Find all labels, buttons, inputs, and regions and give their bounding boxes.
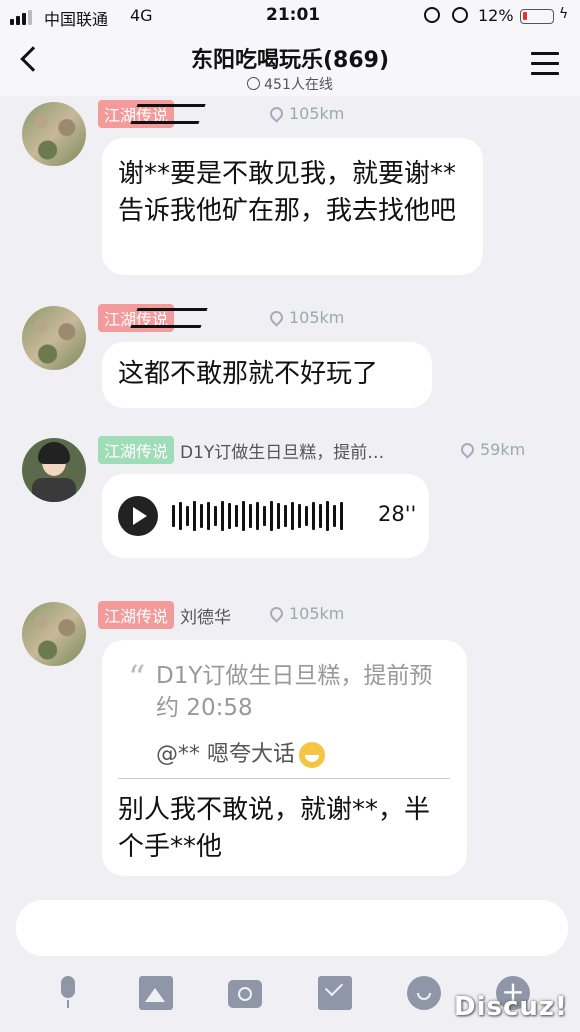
level-badge: 江湖传说 [98,601,175,629]
signal-icon [10,10,32,25]
avatar[interactable] [22,438,86,502]
orientation-lock-icon [424,7,440,23]
distance-label: 105km [289,308,345,327]
battery-icon [520,9,554,24]
image-icon[interactable] [139,976,173,1010]
quote-reply-bubble[interactable]: “ D1Y订做生日旦糕，提前预约 20:58 @** 嗯夸大话 别人我不敢说，就… [102,640,467,876]
grin-emoji-icon [299,742,325,768]
redacted-name [130,104,206,124]
chat-list[interactable]: 江湖传说 105km 谢**要是不敢见我，就要谢**告诉我他矿在那，我去找他吧 … [0,96,580,886]
avatar[interactable] [22,306,86,370]
redacted-name [130,308,208,328]
watermark: Discuz! [454,992,568,1022]
online-count-label: 451人在线 [264,77,333,93]
play-icon[interactable] [118,496,158,536]
voice-duration: 28'' [378,502,417,526]
avatar-hair [38,442,70,464]
status-bar: 中国联通 4G 21:01 12% ϟ [0,0,580,32]
location-pin-icon [458,440,477,459]
distance-label: 105km [289,604,345,623]
sender-name: 刘德华 [180,607,232,628]
clock: 21:01 [266,5,321,25]
location-pin-icon [267,104,286,123]
check-circle-icon [247,77,261,90]
page-title: 东阳吃喝玩乐(869) [190,48,390,73]
hamburger-menu-icon[interactable] [531,52,559,82]
message-meta: 江湖传说 [98,100,206,128]
waveform-icon [172,500,343,532]
voice-message-bubble[interactable]: 28'' [102,474,429,558]
camera-icon[interactable] [228,980,262,1008]
emoji-icon[interactable] [407,976,441,1010]
location-pin-icon [267,604,286,623]
carrier-label: 中国联通 [44,10,109,29]
quote-mark-icon: “ [128,658,146,698]
message-input[interactable] [16,900,568,956]
distance: 59km [458,440,526,459]
message-meta: 江湖传说 刘德华 [98,601,232,629]
avatar[interactable] [22,602,86,666]
charging-icon: ϟ [559,6,569,22]
distance: 105km [267,308,345,327]
avatar-body [32,478,76,502]
message-text: 别人我不敢说，就谢**，半个手**他 [118,795,431,862]
message-text: 谢**要是不敢见我，就要谢**告诉我他矿在那，我去找他吧 [118,159,457,226]
message-text: 这都不敢那就不好玩了 [118,359,379,389]
network-label: 4G [130,6,153,25]
sender-name: D1Y订做生日旦糕，提前… [180,442,385,463]
level-badge: 江湖传说 [98,436,175,464]
message-bubble[interactable]: 这都不敢那就不好玩了 [102,342,432,408]
avatar[interactable] [22,102,86,166]
message-meta: 江湖传说 [98,304,208,332]
quoted-text: D1Y订做生日旦糕，提前预约 20:58 [156,663,433,721]
quoted-reply: @** 嗯夸大话 [156,736,325,768]
battery-percent: 12% [478,6,514,25]
distance: 105km [267,604,345,623]
location-pin-icon [267,308,286,327]
message-meta: 江湖传说 D1Y订做生日旦糕，提前… [98,436,385,464]
quote-divider [118,778,450,779]
message-bubble[interactable]: 谢**要是不敢见我，就要谢**告诉我他矿在那，我去找他吧 [102,138,483,275]
distance-label: 59km [480,440,526,459]
distance: 105km [267,104,345,123]
quoted-reply-text: @** 嗯夸大话 [156,742,295,767]
nav-bar: 东阳吃喝玩乐(869) 451人在线 [0,32,580,96]
online-count: 451人在线 [0,74,580,94]
microphone-icon[interactable] [51,976,85,1010]
alarm-icon [452,7,468,23]
envelope-icon[interactable] [318,976,352,1010]
distance-label: 105km [289,104,345,123]
